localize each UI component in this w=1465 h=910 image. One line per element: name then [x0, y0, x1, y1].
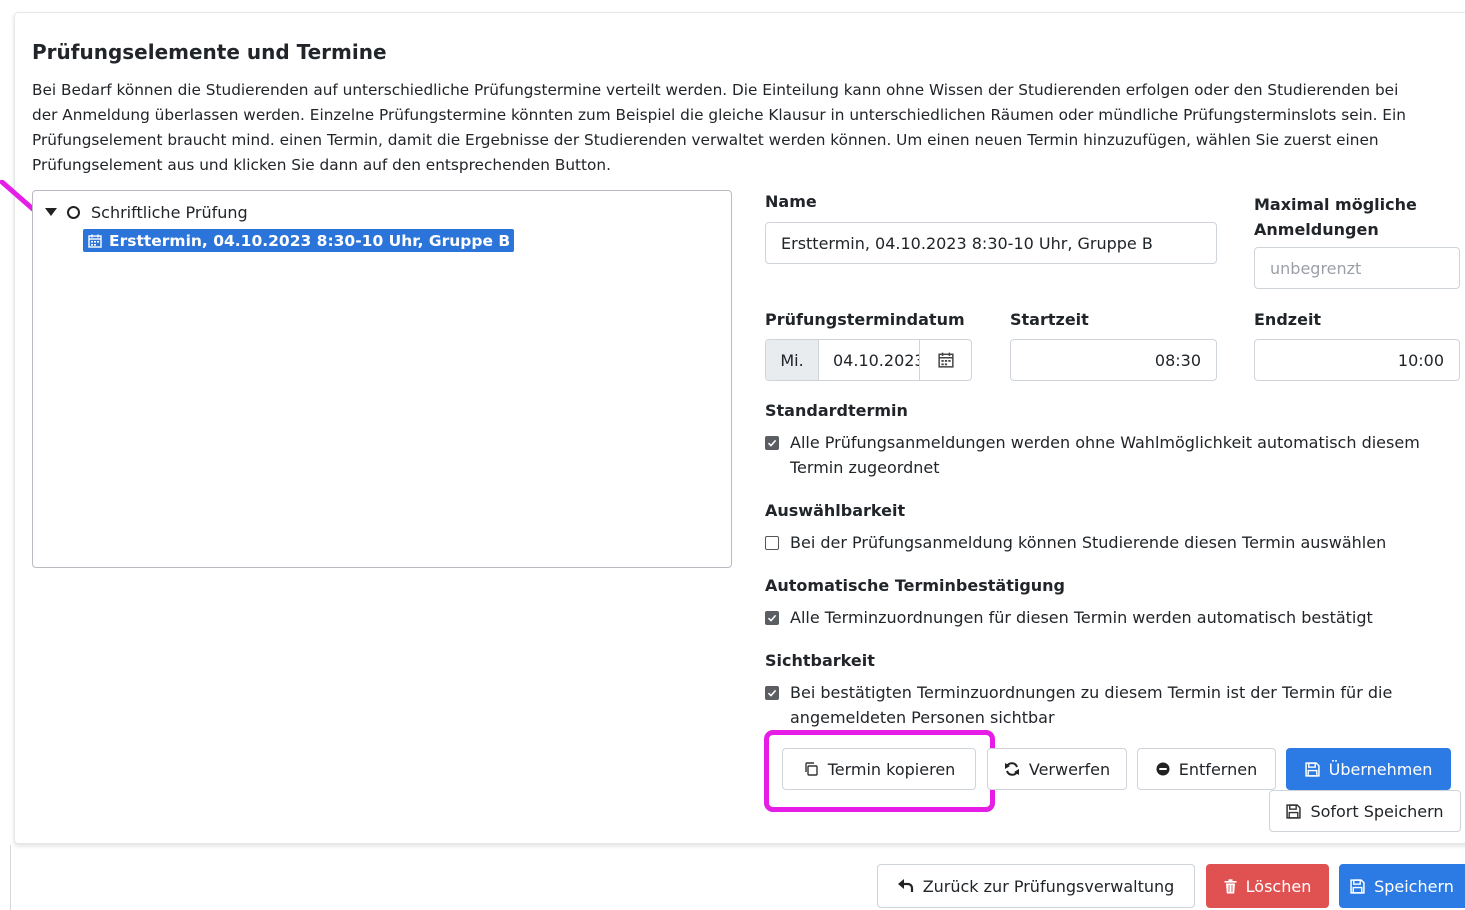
name-label: Name [765, 192, 817, 211]
apply-button-label: Übernehmen [1328, 759, 1433, 779]
max-registrations-label: Maximal mögliche Anmeldungen [1254, 192, 1417, 242]
date-input[interactable]: 04.10.2023 [819, 340, 919, 380]
exam-element-tree: Schriftliche Prüfung Ersttermin, 04.10.2… [32, 190, 732, 568]
section-title: Prüfungselemente und Termine [32, 40, 387, 64]
standard-checkbox-text: Alle Prüfungsanmeldungen werden ohne Wah… [790, 433, 1420, 477]
auto-confirm-checkbox[interactable] [765, 611, 779, 625]
auto-confirm-checkbox-row[interactable]: Alle Terminzuordnungen für diesen Termin… [765, 605, 1455, 630]
max-registrations-label-line2: Anmeldungen [1254, 220, 1379, 239]
start-time-value: 08:30 [1154, 350, 1201, 370]
auto-confirm-checkbox-text: Alle Terminzuordnungen für diesen Termin… [790, 608, 1373, 627]
standard-label: Standardtermin [765, 401, 908, 420]
name-input[interactable]: Ersttermin, 04.10.2023 8:30-10 Uhr, Grup… [765, 222, 1217, 264]
save-button[interactable]: Speichern [1339, 864, 1465, 908]
remove-button-label: Entfernen [1178, 759, 1258, 779]
save-now-button[interactable]: Sofort Speichern [1269, 790, 1461, 832]
date-picker-button[interactable] [919, 340, 971, 380]
check-icon [767, 439, 777, 447]
delete-button-label: Löschen [1245, 876, 1312, 896]
check-icon [767, 614, 777, 622]
back-to-exam-admin-button[interactable]: Zurück zur Prüfungsverwaltung [877, 864, 1195, 908]
selectability-checkbox-text: Bei der Prüfungsanmeldung können Studier… [790, 533, 1387, 552]
save-icon [1350, 878, 1365, 894]
tree-node-label: Ersttermin, 04.10.2023 8:30-10 Uhr, Grup… [109, 231, 511, 250]
date-input-value: 04.10.2023 [833, 350, 919, 370]
back-to-exam-admin-label: Zurück zur Prüfungsverwaltung [922, 876, 1175, 896]
annotation-highlight-box [764, 730, 995, 812]
standard-checkbox[interactable] [765, 436, 779, 450]
selectability-checkbox-row[interactable]: Bei der Prüfungsanmeldung können Studier… [765, 530, 1455, 555]
tree-node-selected-appointment[interactable]: Ersttermin, 04.10.2023 8:30-10 Uhr, Grup… [83, 229, 515, 252]
visibility-checkbox-text: Bei bestätigten Terminzuordnungen zu die… [790, 683, 1393, 727]
page-divider [10, 845, 11, 910]
standard-checkbox-row[interactable]: Alle Prüfungsanmeldungen werden ohne Wah… [765, 430, 1455, 480]
apply-button[interactable]: Übernehmen [1286, 748, 1451, 790]
calendar-icon [88, 234, 102, 248]
check-icon [767, 689, 777, 697]
selectability-checkbox[interactable] [765, 536, 779, 550]
delete-button[interactable]: Löschen [1206, 864, 1329, 908]
circle-icon [67, 205, 80, 219]
max-registrations-label-line1: Maximal mögliche [1254, 195, 1417, 214]
max-registrations-input[interactable]: unbegrenzt [1254, 247, 1460, 289]
tree-node-written-exam[interactable]: Schriftliche Prüfung [67, 201, 248, 223]
end-time-input[interactable]: 10:00 [1254, 339, 1460, 381]
end-time-label: Endzeit [1254, 310, 1322, 329]
max-registrations-placeholder: unbegrenzt [1270, 258, 1362, 278]
save-icon [1304, 761, 1320, 777]
save-now-button-label: Sofort Speichern [1310, 801, 1444, 821]
minus-circle-icon [1156, 762, 1170, 776]
reply-arrow-icon [897, 879, 913, 892]
save-icon [1286, 803, 1302, 819]
date-input-group: Mi. 04.10.2023 [765, 339, 972, 381]
start-time-label: Startzeit [1010, 310, 1089, 329]
selectability-label: Auswählbarkeit [765, 501, 906, 520]
visibility-checkbox[interactable] [765, 686, 779, 700]
section-intro: Bei Bedarf können die Studierenden auf u… [32, 81, 1406, 174]
remove-button[interactable]: Entfernen [1137, 748, 1276, 790]
date-label: Prüfungstermindatum [765, 310, 965, 329]
visibility-checkbox-row[interactable]: Bei bestätigten Terminzuordnungen zu die… [765, 680, 1445, 730]
discard-button[interactable]: Verwerfen [987, 748, 1127, 790]
tree-expand-icon[interactable] [45, 208, 57, 216]
auto-confirm-label: Automatische Terminbestätigung [765, 576, 1066, 595]
save-button-label: Speichern [1374, 876, 1454, 896]
end-time-value: 10:00 [1397, 350, 1444, 370]
refresh-icon [1004, 762, 1019, 776]
calendar-icon [937, 352, 954, 368]
visibility-label: Sichtbarkeit [765, 651, 875, 670]
start-time-input[interactable]: 08:30 [1010, 339, 1217, 381]
trash-icon [1224, 878, 1237, 893]
name-input-value: Ersttermin, 04.10.2023 8:30-10 Uhr, Grup… [781, 233, 1153, 253]
tree-node-label: Schriftliche Prüfung [91, 202, 248, 222]
discard-button-label: Verwerfen [1028, 759, 1111, 779]
date-weekday: Mi. [766, 340, 819, 380]
